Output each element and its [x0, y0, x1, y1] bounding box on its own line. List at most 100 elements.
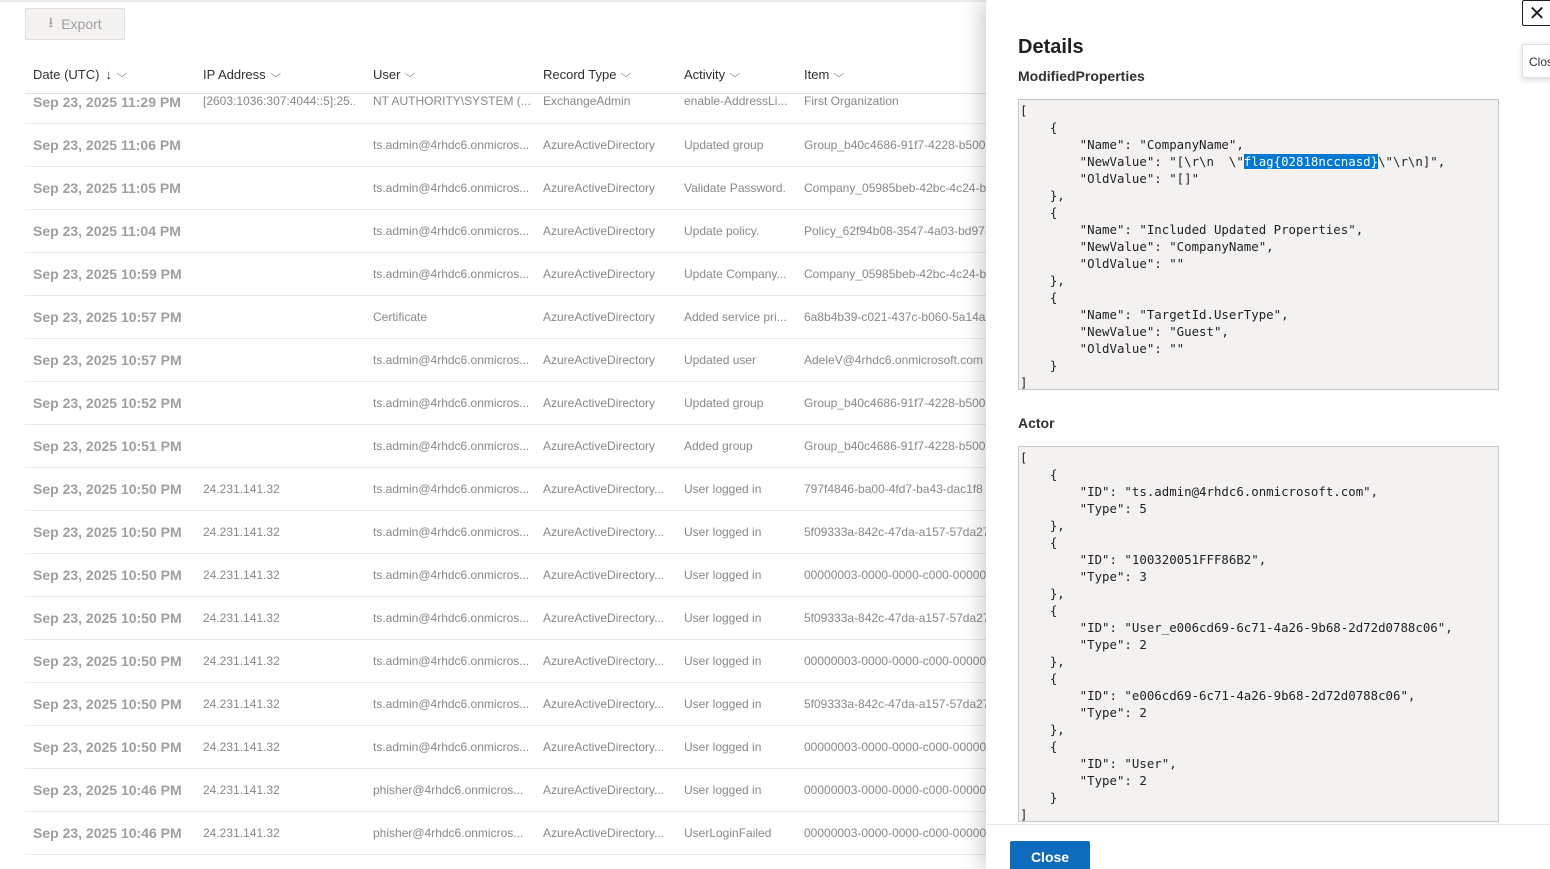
ip-address-cell	[203, 124, 355, 166]
export-label: Export	[61, 16, 102, 32]
date-cell: Sep 23, 2025 10:50 PM	[33, 524, 182, 540]
table-row[interactable]: Sep 23, 2025 10:50 PM 24.231.141.32 ts.adm…	[25, 511, 986, 554]
chevron-down-icon: ⌵	[620, 68, 632, 80]
record-type-cell: AzureActiveDirectory	[543, 396, 656, 410]
item-cell: Group_b40c4686-91f7-4228-b500-	[804, 439, 986, 453]
table-row[interactable]: Sep 23, 2025 10:52 PM ts.admin@4rhdc6.onm…	[25, 382, 986, 425]
ip-address-cell	[203, 425, 355, 467]
code-line: },	[1020, 586, 1065, 601]
code-line: "OldValue": ""	[1020, 341, 1185, 356]
table-row[interactable]: Sep 23, 2025 10:57 PM Certificate AzureAct…	[25, 296, 986, 339]
date-cell: Sep 23, 2025 10:46 PM	[33, 782, 182, 798]
activity-cell: User logged in	[684, 740, 762, 754]
column-header-item[interactable]: Item ⌵	[804, 54, 844, 94]
table-row[interactable]: Sep 23, 2025 10:50 PM 24.231.141.32 ts.adm…	[25, 597, 986, 640]
close-button[interactable]: Close	[1010, 841, 1090, 869]
item-cell: 00000003-0000-0000-c000-000000	[804, 740, 986, 754]
modified-properties-code-box[interactable]: [ { "Name": "CompanyName", "NewValue": "…	[1018, 99, 1499, 390]
code-line: [	[1020, 103, 1028, 118]
activity-cell: User logged in	[684, 568, 762, 582]
column-header-label: Date (UTC)	[33, 66, 100, 82]
code-line: },	[1020, 518, 1065, 533]
ip-address-cell	[203, 382, 355, 424]
table-row[interactable]: Sep 23, 2025 11:05 PM ts.admin@4rhdc6.onm…	[25, 167, 986, 210]
table-row[interactable]: Sep 23, 2025 10:57 PM ts.admin@4rhdc6.onm…	[25, 339, 986, 382]
date-cell: Sep 23, 2025 11:05 PM	[33, 180, 181, 196]
record-type-cell: AzureActiveDirectory...	[543, 611, 665, 625]
sort-descending-icon: ↓	[105, 66, 112, 82]
table-row[interactable]: Sep 23, 2025 11:06 PM ts.admin@4rhdc6.onm…	[25, 124, 986, 167]
user-cell: ts.admin@4rhdc6.onmicros...	[373, 224, 530, 238]
selected-text: flag{02818nccnasd}	[1243, 154, 1379, 169]
table-row[interactable]: Sep 23, 2025 10:46 PM 24.231.141.32 phishe…	[25, 769, 986, 812]
table-row[interactable]: Sep 23, 2025 11:04 PM ts.admin@4rhdc6.onm…	[25, 210, 986, 253]
details-panel: ✕ Close Details ModifiedProperties [ { "…	[986, 0, 1550, 869]
ip-address-cell	[203, 167, 355, 209]
code-line: {	[1020, 290, 1058, 305]
column-header-label: Record Type	[543, 66, 617, 82]
column-header-ip-address[interactable]: IP Address ⌵	[203, 54, 281, 94]
table-row[interactable]: Sep 23, 2025 10:50 PM 24.231.141.32 ts.adm…	[25, 726, 986, 769]
date-cell: Sep 23, 2025 10:57 PM	[33, 309, 182, 325]
activity-cell: User logged in	[684, 783, 762, 797]
date-cell: Sep 23, 2025 10:59 PM	[33, 266, 182, 282]
record-type-cell: AzureActiveDirectory...	[543, 568, 665, 582]
user-cell: ts.admin@4rhdc6.onmicros...	[373, 740, 530, 754]
table-row[interactable]: Sep 23, 2025 11:29 PM [2603:1036:307:4044…	[25, 94, 986, 124]
panel-title: Details	[1018, 36, 1084, 58]
close-icon: ✕	[1528, 2, 1546, 25]
table-row[interactable]: Sep 23, 2025 10:59 PM ts.admin@4rhdc6.onm…	[25, 253, 986, 296]
record-type-cell: AzureActiveDirectory...	[543, 783, 665, 797]
item-cell: AdeleV@4rhdc6.onmicrosoft.com	[804, 353, 983, 367]
column-header-user[interactable]: User ⌵	[373, 54, 416, 94]
column-header-label: User	[373, 66, 401, 82]
user-cell: ts.admin@4rhdc6.onmicros...	[373, 611, 530, 625]
record-type-cell: AzureActiveDirectory...	[543, 525, 665, 539]
actor-code: [ { "ID": "ts.admin@4rhdc6.onmicrosoft.c…	[1019, 447, 1498, 821]
item-cell: Company_05985beb-42bc-4c24-b	[804, 181, 986, 195]
table-row[interactable]: Sep 23, 2025 10:50 PM 24.231.141.32 ts.adm…	[25, 683, 986, 726]
code-line: "NewValue": "CompanyName",	[1020, 239, 1274, 254]
table-row[interactable]: Sep 23, 2025 10:50 PM 24.231.141.32 ts.adm…	[25, 468, 986, 511]
ip-address-cell: 24.231.141.32	[203, 783, 280, 797]
record-type-cell: AzureActiveDirectory...	[543, 697, 665, 711]
actor-code-box[interactable]: [ { "ID": "ts.admin@4rhdc6.onmicrosoft.c…	[1018, 446, 1499, 822]
activity-cell: Updated user	[684, 353, 757, 367]
table-row[interactable]: Sep 23, 2025 10:50 PM 24.231.141.32 ts.adm…	[25, 554, 986, 597]
item-cell: First Organization	[804, 94, 899, 108]
date-cell: Sep 23, 2025 10:52 PM	[33, 395, 182, 411]
column-header-activity[interactable]: Activity ⌵	[684, 54, 740, 94]
ip-address-cell: [2603:1036:307:4044::5]:25...	[203, 94, 355, 108]
item-cell: 797f4846-ba00-4fd7-ba43-dac1f8	[804, 482, 983, 496]
date-cell: Sep 23, 2025 10:57 PM	[33, 352, 182, 368]
code-line: "OldValue": "[]"	[1020, 171, 1200, 186]
record-type-cell: AzureActiveDirectory	[543, 310, 656, 324]
table-row[interactable]: Sep 23, 2025 10:51 PM ts.admin@4rhdc6.onm…	[25, 425, 986, 468]
code-line: "Type": 2	[1020, 637, 1147, 652]
panel-close-button[interactable]: ✕	[1522, 0, 1550, 26]
record-type-cell: AzureActiveDirectory	[543, 138, 656, 152]
column-header-date[interactable]: Date (UTC) ↓ ⌵	[33, 54, 127, 94]
code-line: {	[1020, 205, 1058, 220]
user-cell: ts.admin@4rhdc6.onmicros...	[373, 267, 530, 281]
item-cell: 5f09333a-842c-47da-a157-57da27	[804, 525, 986, 539]
code-line: },	[1020, 654, 1065, 669]
code-line: {	[1020, 467, 1058, 482]
column-header-record-type[interactable]: Record Type ⌵	[543, 54, 632, 94]
date-cell: Sep 23, 2025 10:50 PM	[33, 481, 182, 497]
table-row[interactable]: Sep 23, 2025 10:46 PM 24.231.141.32 phishe…	[25, 812, 986, 855]
code-line: "ID": "ts.admin@4rhdc6.onmicrosoft.com",	[1020, 484, 1379, 499]
item-cell: Group_b40c4686-91f7-4228-b500-	[804, 396, 986, 410]
activity-cell: Validate Password.	[684, 181, 786, 195]
code-line: "Type": 2	[1020, 773, 1147, 788]
code-line: },	[1020, 722, 1065, 737]
user-cell: ts.admin@4rhdc6.onmicros...	[373, 181, 530, 195]
code-line: },	[1020, 188, 1065, 203]
record-type-cell: AzureActiveDirectory...	[543, 482, 665, 496]
ip-address-cell: 24.231.141.32	[203, 525, 280, 539]
ip-address-cell	[203, 253, 355, 295]
export-button[interactable]: ⭳ Export	[25, 8, 125, 40]
table-row[interactable]: Sep 23, 2025 10:50 PM 24.231.141.32 ts.adm…	[25, 640, 986, 683]
item-cell: 5f09333a-842c-47da-a157-57da27	[804, 697, 986, 711]
code-line: "Type": 5	[1020, 501, 1147, 516]
